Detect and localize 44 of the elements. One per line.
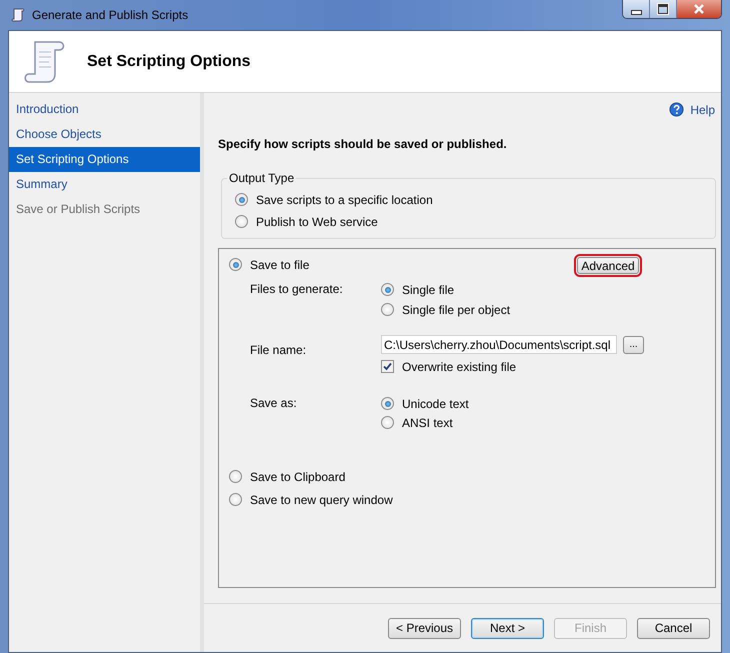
option-label: ANSI text [402, 416, 453, 430]
help-icon [669, 102, 684, 117]
instruction-text: Specify how scripts should be saved or published. [218, 137, 508, 151]
sidebar-item[interactable]: Summary [9, 172, 200, 197]
advanced-button[interactable]: Advanced [577, 257, 639, 274]
field-label: Save as: [250, 395, 298, 412]
maximize-button[interactable] [650, 0, 677, 18]
checkbox-label: Overwrite existing file [402, 360, 516, 374]
field-label: Files to generate: [250, 281, 344, 298]
option-label: Publish to Web service [256, 214, 378, 228]
radio-button[interactable] [229, 470, 242, 483]
help-link[interactable]: Help [669, 102, 715, 117]
radio-button[interactable] [235, 193, 248, 206]
radio-button[interactable] [235, 215, 248, 228]
window-title: Generate and Publish Scripts [32, 8, 188, 22]
option-label: Save to new query window [250, 492, 393, 506]
sidebar-item[interactable]: Choose Objects [9, 122, 200, 147]
radio-button[interactable] [229, 258, 242, 271]
option-label: Single file [402, 282, 454, 296]
sidebar-item[interactable]: Introduction [9, 97, 200, 122]
option-label: Unicode text [402, 396, 469, 410]
option-label: Single file per object [402, 302, 510, 316]
checkbox[interactable] [381, 360, 394, 373]
wizard-button[interactable]: Next > [471, 618, 544, 638]
radio-button[interactable] [381, 283, 394, 296]
option-label: Save to Clipboard [250, 470, 346, 484]
radio-button[interactable] [381, 397, 394, 410]
file-name-field[interactable]: C:\Users\cherry.zhou\Documents\script.sql [381, 335, 617, 354]
page-title: Set Scripting Options [87, 52, 251, 70]
close-button[interactable] [677, 0, 721, 18]
option-label: Save to file [250, 258, 310, 272]
radio-button[interactable] [381, 416, 394, 429]
group-title: Output Type [227, 171, 296, 185]
option-label: Save scripts to a specific location [256, 192, 433, 206]
browse-button[interactable]: ... [623, 336, 644, 354]
sidebar-item[interactable]: Set Scripting Options [9, 147, 200, 172]
wizard-button[interactable]: < Previous [388, 618, 461, 638]
scroll-icon [10, 7, 26, 23]
field-label: File name: [250, 342, 308, 359]
close-icon [693, 4, 705, 14]
wizard-button[interactable]: Cancel [637, 618, 710, 638]
minimize-button[interactable] [623, 0, 650, 18]
radio-button[interactable] [381, 303, 394, 316]
radio-button[interactable] [229, 493, 242, 506]
